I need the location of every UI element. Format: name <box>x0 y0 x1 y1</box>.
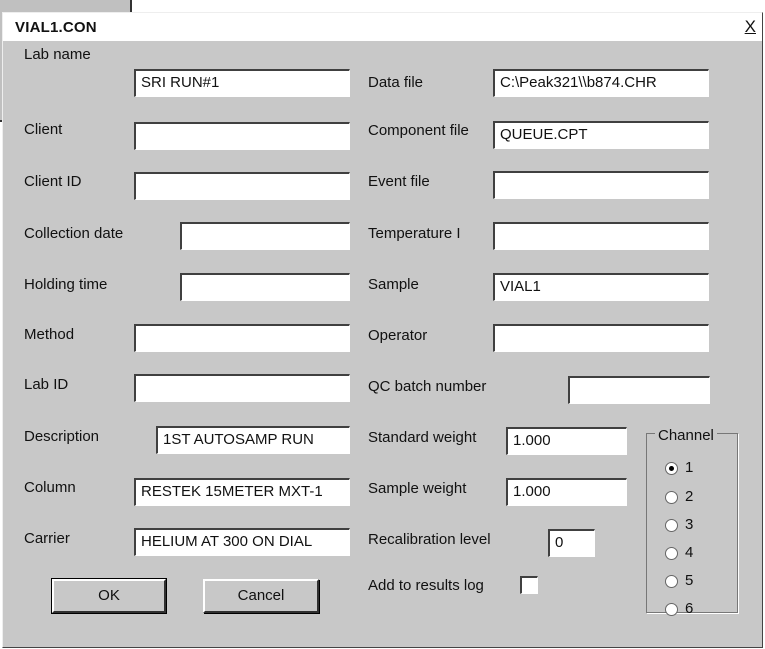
carrier-label: Carrier <box>24 530 70 547</box>
lab-id-label: Lab ID <box>24 376 69 393</box>
channel-radio-6[interactable]: 6 <box>665 600 693 617</box>
channel-option-label: 6 <box>685 600 694 617</box>
lab-name-field[interactable]: SRI RUN#1 <box>134 69 350 97</box>
dialog-body: Lab name SRI RUN#1 Client Client ID Coll… <box>3 41 762 647</box>
sample-weight-field[interactable]: 1.000 <box>506 478 627 506</box>
channel-radio-3[interactable]: 3 <box>665 516 693 533</box>
event-file-field[interactable] <box>493 171 709 199</box>
channel-option-label: 4 <box>685 544 694 561</box>
channel-option-label: 1 <box>685 459 694 476</box>
operator-field[interactable] <box>493 324 709 352</box>
method-field[interactable] <box>134 324 350 352</box>
dialog-title: VIAL1.CON <box>15 19 97 36</box>
component-file-field[interactable]: QUEUE.CPT <box>493 121 709 149</box>
close-icon[interactable]: X <box>745 17 756 37</box>
collection-date-label: Collection date <box>24 225 124 242</box>
lab-name-label: Lab name <box>24 46 91 63</box>
client-field[interactable] <box>134 122 350 150</box>
holding-time-field[interactable] <box>180 273 350 301</box>
sample-field[interactable]: VIAL1 <box>493 273 709 301</box>
channel-option-label: 3 <box>685 516 694 533</box>
channel-radio-5[interactable]: 5 <box>665 572 693 589</box>
add-to-results-log-label: Add to results log <box>368 577 484 594</box>
channel-radio-1[interactable]: 1 <box>665 459 693 476</box>
qc-batch-number-label: QC batch number <box>368 378 487 395</box>
holding-time-label: Holding time <box>24 276 108 293</box>
qc-batch-number-field[interactable] <box>568 376 710 404</box>
column-label: Column <box>24 479 76 496</box>
channel-option-label: 5 <box>685 572 694 589</box>
standard-weight-field[interactable]: 1.000 <box>506 427 627 455</box>
cancel-button[interactable]: Cancel <box>203 579 319 613</box>
carrier-field[interactable]: HELIUM AT 300 ON DIAL <box>134 528 350 556</box>
sample-label: Sample <box>368 276 419 293</box>
lab-id-field[interactable] <box>134 374 350 402</box>
description-label: Description <box>24 428 100 445</box>
channel-radio-4[interactable]: 4 <box>665 544 693 561</box>
method-label: Method <box>24 326 75 343</box>
radio-selected-icon <box>665 461 678 475</box>
channel-option-label: 2 <box>685 488 694 505</box>
standard-weight-label: Standard weight <box>368 429 477 446</box>
radio-icon <box>665 574 678 588</box>
recalibration-level-field[interactable]: 0 <box>548 529 595 557</box>
radio-icon <box>665 518 678 532</box>
operator-label: Operator <box>368 327 428 344</box>
radio-icon <box>665 490 678 504</box>
client-id-field[interactable] <box>134 172 350 200</box>
channel-radio-2[interactable]: 2 <box>665 488 693 505</box>
collection-date-field[interactable] <box>180 222 350 250</box>
title-bar[interactable]: VIAL1.CON X <box>3 13 762 41</box>
channel-group-title: Channel <box>655 427 717 444</box>
radio-icon <box>665 602 678 616</box>
client-label: Client <box>24 121 63 138</box>
data-file-field[interactable]: C:\Peak321\\b874.CHR <box>493 69 709 97</box>
add-to-results-log-checkbox[interactable] <box>520 576 538 594</box>
data-file-label: Data file <box>368 74 424 91</box>
ok-button[interactable]: OK <box>51 578 167 614</box>
column-field[interactable]: RESTEK 15METER MXT-1 <box>134 478 350 506</box>
radio-icon <box>665 546 678 560</box>
client-id-label: Client ID <box>24 173 82 190</box>
temperature-file-field[interactable] <box>493 222 709 250</box>
temperature-file-label: Temperature I <box>368 225 461 242</box>
dialog-window: VIAL1.CON X Lab name SRI RUN#1 Client Cl… <box>2 12 763 648</box>
recalibration-level-label: Recalibration level <box>368 531 491 548</box>
sample-weight-label: Sample weight <box>368 480 467 497</box>
description-field[interactable]: 1ST AUTOSAMP RUN <box>156 426 350 454</box>
component-file-label: Component file <box>368 122 469 139</box>
event-file-label: Event file <box>368 173 430 190</box>
